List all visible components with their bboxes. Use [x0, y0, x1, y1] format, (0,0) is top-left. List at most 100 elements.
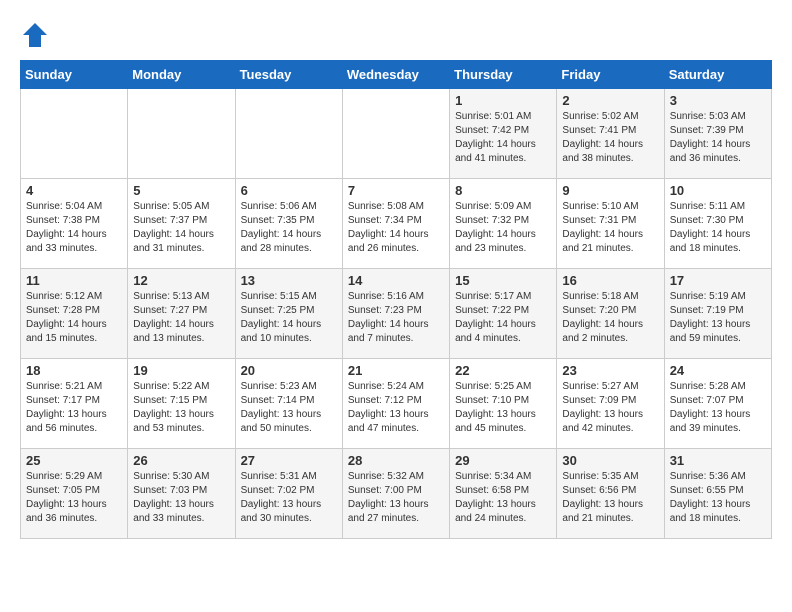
calendar-cell: 29 Sunrise: 5:34 AMSunset: 6:58 PMDayligh… — [450, 449, 557, 539]
weekday-header-wednesday: Wednesday — [342, 61, 449, 89]
week-row-5: 25 Sunrise: 5:29 AMSunset: 7:05 PMDayligh… — [21, 449, 772, 539]
calendar-cell: 24 Sunrise: 5:28 AMSunset: 7:07 PMDayligh… — [664, 359, 771, 449]
day-info: Sunrise: 5:05 AMSunset: 7:37 PMDaylight:… — [133, 200, 229, 256]
calendar-cell: 6 Sunrise: 5:06 AMSunset: 7:35 PMDaylight… — [235, 179, 342, 269]
day-number: 13 — [241, 273, 337, 288]
day-info: Sunrise: 5:17 AMSunset: 7:22 PMDaylight:… — [455, 290, 551, 346]
day-number: 22 — [455, 363, 551, 378]
calendar-cell: 26 Sunrise: 5:30 AMSunset: 7:03 PMDayligh… — [128, 449, 235, 539]
calendar-cell: 5 Sunrise: 5:05 AMSunset: 7:37 PMDaylight… — [128, 179, 235, 269]
day-info: Sunrise: 5:25 AMSunset: 7:10 PMDaylight:… — [455, 380, 551, 436]
calendar-cell: 20 Sunrise: 5:23 AMSunset: 7:14 PMDayligh… — [235, 359, 342, 449]
day-info: Sunrise: 5:27 AMSunset: 7:09 PMDaylight:… — [562, 380, 658, 436]
day-info: Sunrise: 5:08 AMSunset: 7:34 PMDaylight:… — [348, 200, 444, 256]
calendar-cell: 22 Sunrise: 5:25 AMSunset: 7:10 PMDayligh… — [450, 359, 557, 449]
day-info: Sunrise: 5:10 AMSunset: 7:31 PMDaylight:… — [562, 200, 658, 256]
day-info: Sunrise: 5:16 AMSunset: 7:23 PMDaylight:… — [348, 290, 444, 346]
calendar-cell: 7 Sunrise: 5:08 AMSunset: 7:34 PMDaylight… — [342, 179, 449, 269]
calendar-cell: 27Sunrise: 5:31 AMSunset: 7:02 PMDayligh… — [235, 449, 342, 539]
calendar-cell: 12Sunrise: 5:13 AMSunset: 7:27 PMDayligh… — [128, 269, 235, 359]
calendar-cell: 31 Sunrise: 5:36 AMSunset: 6:55 PMDayligh… — [664, 449, 771, 539]
week-row-3: 11 Sunrise: 5:12 AMSunset: 7:28 PMDayligh… — [21, 269, 772, 359]
day-number: 7 — [348, 183, 444, 198]
day-number: 25 — [26, 453, 122, 468]
calendar-cell: 8 Sunrise: 5:09 AMSunset: 7:32 PMDaylight… — [450, 179, 557, 269]
day-number: 31 — [670, 453, 766, 468]
day-info: Sunrise: 5:28 AMSunset: 7:07 PMDaylight:… — [670, 380, 766, 436]
day-info: Sunrise: 5:06 AMSunset: 7:35 PMDaylight:… — [241, 200, 337, 256]
calendar-cell: 18 Sunrise: 5:21 AMSunset: 7:17 PMDayligh… — [21, 359, 128, 449]
logo — [20, 20, 54, 50]
day-number: 2 — [562, 93, 658, 108]
weekday-header-thursday: Thursday — [450, 61, 557, 89]
calendar-cell — [21, 89, 128, 179]
calendar-cell: 1Sunrise: 5:01 AMSunset: 7:42 PMDaylight… — [450, 89, 557, 179]
day-number: 9 — [562, 183, 658, 198]
day-number: 27 — [241, 453, 337, 468]
page-header — [20, 20, 772, 50]
calendar-cell — [128, 89, 235, 179]
day-info: Sunrise: 5:35 AMSunset: 6:56 PMDaylight:… — [562, 470, 658, 526]
calendar-cell: 3Sunrise: 5:03 AMSunset: 7:39 PMDaylight… — [664, 89, 771, 179]
calendar-table: SundayMondayTuesdayWednesdayThursdayFrid… — [20, 60, 772, 539]
weekday-header-friday: Friday — [557, 61, 664, 89]
day-number: 26 — [133, 453, 229, 468]
weekday-header-saturday: Saturday — [664, 61, 771, 89]
day-number: 24 — [670, 363, 766, 378]
day-number: 15 — [455, 273, 551, 288]
day-info: Sunrise: 5:23 AMSunset: 7:14 PMDaylight:… — [241, 380, 337, 436]
day-number: 16 — [562, 273, 658, 288]
calendar-cell — [342, 89, 449, 179]
day-info: Sunrise: 5:34 AMSunset: 6:58 PMDaylight:… — [455, 470, 551, 526]
day-number: 28 — [348, 453, 444, 468]
day-number: 11 — [26, 273, 122, 288]
calendar-cell: 4 Sunrise: 5:04 AMSunset: 7:38 PMDaylight… — [21, 179, 128, 269]
day-info: Sunrise: 5:15 AMSunset: 7:25 PMDaylight:… — [241, 290, 337, 346]
weekday-header-sunday: Sunday — [21, 61, 128, 89]
day-number: 20 — [241, 363, 337, 378]
day-info: Sunrise: 5:09 AMSunset: 7:32 PMDaylight:… — [455, 200, 551, 256]
calendar-cell: 30Sunrise: 5:35 AMSunset: 6:56 PMDayligh… — [557, 449, 664, 539]
calendar-cell: 17Sunrise: 5:19 AMSunset: 7:19 PMDayligh… — [664, 269, 771, 359]
day-info: Sunrise: 5:32 AMSunset: 7:00 PMDaylight:… — [348, 470, 444, 526]
calendar-cell: 25 Sunrise: 5:29 AMSunset: 7:05 PMDayligh… — [21, 449, 128, 539]
calendar-cell: 2 Sunrise: 5:02 AMSunset: 7:41 PMDaylight… — [557, 89, 664, 179]
day-number: 12 — [133, 273, 229, 288]
weekday-header-row: SundayMondayTuesdayWednesdayThursdayFrid… — [21, 61, 772, 89]
calendar-cell: 23Sunrise: 5:27 AMSunset: 7:09 PMDayligh… — [557, 359, 664, 449]
weekday-header-tuesday: Tuesday — [235, 61, 342, 89]
calendar-cell: 13 Sunrise: 5:15 AMSunset: 7:25 PMDayligh… — [235, 269, 342, 359]
week-row-2: 4 Sunrise: 5:04 AMSunset: 7:38 PMDaylight… — [21, 179, 772, 269]
calendar-cell: 16Sunrise: 5:18 AMSunset: 7:20 PMDayligh… — [557, 269, 664, 359]
calendar-cell: 19Sunrise: 5:22 AMSunset: 7:15 PMDayligh… — [128, 359, 235, 449]
logo-icon — [20, 20, 50, 50]
week-row-1: 1Sunrise: 5:01 AMSunset: 7:42 PMDaylight… — [21, 89, 772, 179]
day-info: Sunrise: 5:22 AMSunset: 7:15 PMDaylight:… — [133, 380, 229, 436]
day-number: 10 — [670, 183, 766, 198]
day-info: Sunrise: 5:04 AMSunset: 7:38 PMDaylight:… — [26, 200, 122, 256]
day-number: 29 — [455, 453, 551, 468]
day-info: Sunrise: 5:12 AMSunset: 7:28 PMDaylight:… — [26, 290, 122, 346]
day-info: Sunrise: 5:29 AMSunset: 7:05 PMDaylight:… — [26, 470, 122, 526]
calendar-cell: 14 Sunrise: 5:16 AMSunset: 7:23 PMDayligh… — [342, 269, 449, 359]
day-number: 3 — [670, 93, 766, 108]
day-number: 6 — [241, 183, 337, 198]
day-info: Sunrise: 5:01 AMSunset: 7:42 PMDaylight:… — [455, 110, 551, 166]
day-info: Sunrise: 5:24 AMSunset: 7:12 PMDaylight:… — [348, 380, 444, 436]
day-number: 5 — [133, 183, 229, 198]
day-number: 8 — [455, 183, 551, 198]
day-number: 21 — [348, 363, 444, 378]
day-info: Sunrise: 5:19 AMSunset: 7:19 PMDaylight:… — [670, 290, 766, 346]
day-number: 18 — [26, 363, 122, 378]
day-info: Sunrise: 5:30 AMSunset: 7:03 PMDaylight:… — [133, 470, 229, 526]
day-info: Sunrise: 5:11 AMSunset: 7:30 PMDaylight:… — [670, 200, 766, 256]
day-info: Sunrise: 5:02 AMSunset: 7:41 PMDaylight:… — [562, 110, 658, 166]
day-number: 4 — [26, 183, 122, 198]
week-row-4: 18 Sunrise: 5:21 AMSunset: 7:17 PMDayligh… — [21, 359, 772, 449]
calendar-cell — [235, 89, 342, 179]
calendar-cell: 10 Sunrise: 5:11 AMSunset: 7:30 PMDayligh… — [664, 179, 771, 269]
day-info: Sunrise: 5:21 AMSunset: 7:17 PMDaylight:… — [26, 380, 122, 436]
day-info: Sunrise: 5:36 AMSunset: 6:55 PMDaylight:… — [670, 470, 766, 526]
day-number: 14 — [348, 273, 444, 288]
calendar-cell: 9 Sunrise: 5:10 AMSunset: 7:31 PMDaylight… — [557, 179, 664, 269]
